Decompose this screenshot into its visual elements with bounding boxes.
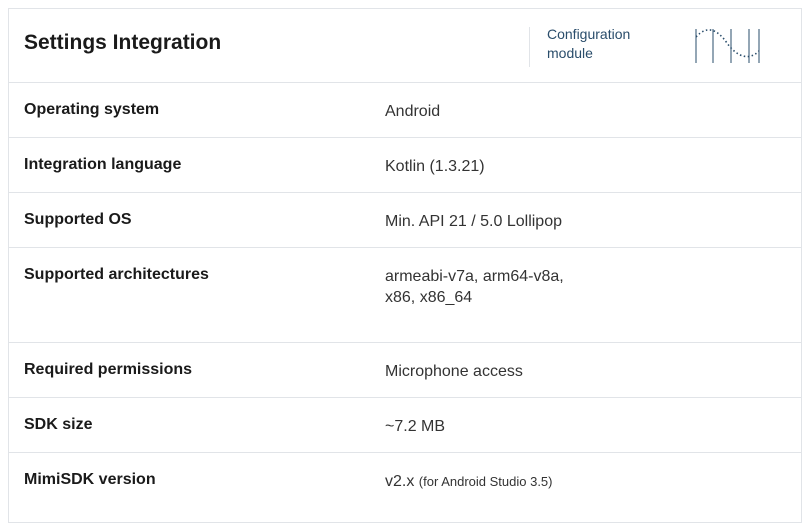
header-subtitle-line2: module (547, 45, 593, 61)
row-value: Kotlin (1.3.21) (385, 158, 485, 175)
version-note: (for Android Studio 3.5) (418, 474, 553, 489)
row-value: Android (385, 103, 441, 120)
version-value: v2.x (385, 473, 415, 490)
row-label: MimiSDK version (24, 471, 156, 488)
row-label: Integration language (24, 156, 182, 173)
row-value: Microphone access (385, 363, 523, 380)
header-subtitle: Configuration module (547, 25, 687, 63)
table-row-supported-os: Supported OS Min. API 21 / 5.0 Lollipop (9, 192, 801, 248)
row-value: v2.x (for Android Studio 3.5) (385, 471, 785, 492)
row-label: Operating system (24, 101, 160, 118)
row-value: ~7.2 MB (385, 418, 446, 435)
settings-integration-card: Settings Integration Configuration modul… (8, 8, 802, 523)
row-label: Supported OS (24, 211, 132, 228)
row-label: Supported architectures (24, 266, 209, 283)
row-value: Min. API 21 / 5.0 Lollipop (385, 213, 562, 230)
row-label: Required permissions (24, 361, 193, 378)
table-row-integration-language: Integration language Kotlin (1.3.21) (9, 137, 801, 193)
waveform-logo-icon (695, 29, 760, 63)
header-subtitle-line1: Configuration (547, 26, 631, 42)
row-value-line2: x86, x86_64 (385, 289, 473, 306)
row-label: SDK size (24, 416, 93, 433)
card-header: Settings Integration Configuration modul… (9, 9, 801, 83)
row-value-line1: armeabi-v7a, arm64-v8a, (385, 268, 564, 285)
table-row-supported-architectures: Supported architectures armeabi-v7a, arm… (9, 247, 801, 343)
header-divider (529, 27, 530, 67)
row-value: armeabi-v7a, arm64-v8a, x86, x86_64 (385, 266, 785, 308)
table-row-sdk-size: SDK size ~7.2 MB (9, 397, 801, 453)
table-row-operating-system: Operating system Android (9, 82, 801, 138)
page-title: Settings Integration (24, 31, 222, 54)
table-row-mimisdk-version: MimiSDK version v2.x (for Android Studio… (9, 452, 801, 524)
table-row-required-permissions: Required permissions Microphone access (9, 342, 801, 398)
